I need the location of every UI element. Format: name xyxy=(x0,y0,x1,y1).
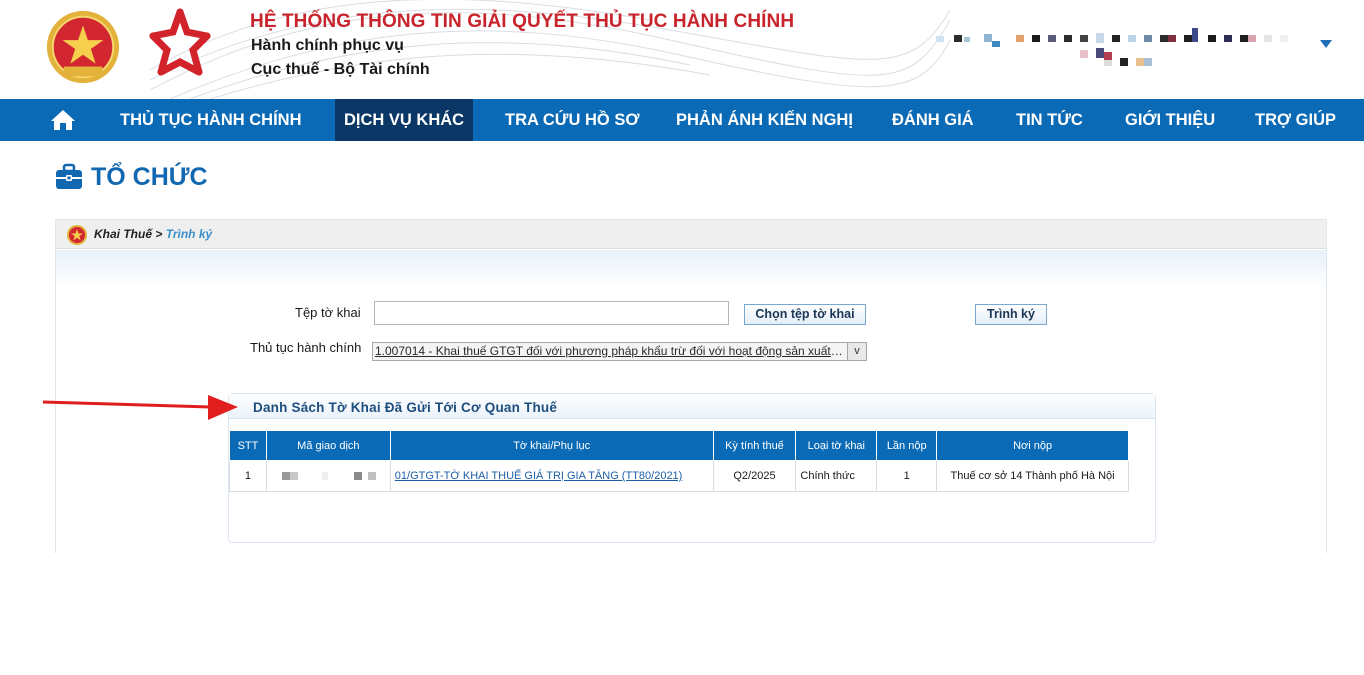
breadcrumb-separator: > xyxy=(155,227,163,241)
col-ky-tinh-thue: Kỳ tính thuế xyxy=(712,430,797,461)
nav-item-dich-vu-khac[interactable]: DỊCH VỤ KHÁC xyxy=(335,99,474,141)
breadcrumb-current: Trình ký xyxy=(165,227,213,241)
nav-item-tin-tuc[interactable]: TIN TỨC xyxy=(1007,99,1092,141)
col-ma-giao-dich: Mã giao dịch xyxy=(265,430,391,461)
col-stt: STT xyxy=(229,430,267,461)
main-navigation: THỦ TỤC HÀNH CHÍNH DỊCH VỤ KHÁC TRA CỨU … xyxy=(0,99,1364,141)
national-emblem-icon xyxy=(67,225,87,245)
cell-to-khai: 01/GTGT-TỜ KHAI THUẾ GIÁ TRỊ GIA TĂNG (T… xyxy=(389,460,714,492)
col-lan-nop: Lần nộp xyxy=(876,430,938,461)
briefcase-icon xyxy=(56,163,82,189)
panel-header-gradient xyxy=(56,250,1326,290)
breadcrumb: Khai Thuế > Trình ký xyxy=(56,219,1326,249)
cell-ma-giao-dich xyxy=(265,460,391,492)
choose-file-button[interactable]: Chọn tệp tờ khai xyxy=(744,304,866,325)
page-title: TỔ CHỨC xyxy=(91,163,208,191)
breadcrumb-parent[interactable]: Khai Thuế xyxy=(94,227,152,241)
nav-item-danh-gia[interactable]: ĐÁNH GIÁ xyxy=(883,99,983,141)
system-subtitle: Hành chính phục vụ xyxy=(251,37,404,54)
col-loai-to-khai: Loại tờ khai xyxy=(795,430,878,461)
nav-item-thu-tuc-hanh-chinh[interactable]: THỦ TỤC HÀNH CHÍNH xyxy=(111,99,310,141)
procedure-label: Thủ tục hành chính xyxy=(250,340,362,355)
list-title: Danh Sách Tờ Khai Đã Gửi Tới Cơ Quan Thu… xyxy=(253,400,558,415)
site-header: HỆ THỐNG THÔNG TIN GIẢI QUYẾT THỦ TỤC HÀ… xyxy=(0,0,1364,99)
nav-item-phan-anh-kien-nghi[interactable]: PHẢN ÁNH KIẾN NGHỊ xyxy=(667,99,862,141)
nav-item-gioi-thieu[interactable]: GIỚI THIỆU xyxy=(1116,99,1224,141)
breadcrumb-text: Khai Thuế > Trình ký xyxy=(94,227,212,241)
system-title: HỆ THỐNG THÔNG TIN GIẢI QUYẾT THỦ TỤC HÀ… xyxy=(250,11,795,32)
table-header-row: STT Mã giao dịch Tờ khai/Phụ lục Kỳ tính… xyxy=(229,430,1129,461)
home-icon[interactable] xyxy=(50,109,76,131)
caret-down-icon[interactable] xyxy=(1320,40,1332,48)
file-label: Tệp tờ khai xyxy=(295,305,361,320)
cell-lan-nop: 1 xyxy=(876,460,938,492)
cell-ky-tinh-thue: Q2/2025 xyxy=(712,460,797,492)
agency-name: Cục thuế - Bộ Tài chính xyxy=(251,61,430,78)
redacted-transaction-id xyxy=(282,472,377,481)
service-logo xyxy=(149,8,211,76)
national-emblem-icon xyxy=(46,10,120,84)
declaration-link[interactable]: 01/GTGT-TỜ KHAI THUẾ GIÁ TRỊ GIA TĂNG (T… xyxy=(395,470,683,482)
procedure-selected-value: 1.007014 - Khai thuế GTGT đối với phương… xyxy=(375,344,843,358)
file-path-field[interactable] xyxy=(374,301,729,325)
cell-noi-nop: Thuế cơ sở 14 Thành phố Hà Nội xyxy=(936,460,1129,492)
list-header: Danh Sách Tờ Khai Đã Gửi Tới Cơ Quan Thu… xyxy=(229,394,1155,419)
cell-stt: 1 xyxy=(229,460,267,492)
dropdown-arrow-icon[interactable]: v xyxy=(847,343,866,360)
annotation-arrow-icon xyxy=(42,395,238,420)
nav-item-tro-giup[interactable]: TRỢ GIÚP xyxy=(1246,99,1345,141)
content-panel: Khai Thuế > Trình ký Tệp tờ khai Chọn tệ… xyxy=(55,219,1327,553)
procedure-select[interactable]: 1.007014 - Khai thuế GTGT đối với phương… xyxy=(372,342,867,361)
user-account-info[interactable] xyxy=(936,28,1306,70)
nav-item-tra-cuu-ho-so[interactable]: TRA CỨU HỒ SƠ xyxy=(496,99,648,141)
sign-button[interactable]: Trình ký xyxy=(975,304,1047,325)
submitted-list-section: Danh Sách Tờ Khai Đã Gửi Tới Cơ Quan Thu… xyxy=(228,393,1156,543)
col-to-khai: Tờ khai/Phụ lục xyxy=(389,430,714,461)
col-noi-nop: Nơi nộp xyxy=(936,430,1129,461)
cell-loai-to-khai: Chính thức xyxy=(795,460,878,492)
submitted-table: STT Mã giao dịch Tờ khai/Phụ lục Kỳ tính… xyxy=(229,430,1129,492)
table-row: 1 01/GTGT-TỜ KHAI THUẾ GIÁ TRỊ GIA TĂNG … xyxy=(229,460,1129,492)
